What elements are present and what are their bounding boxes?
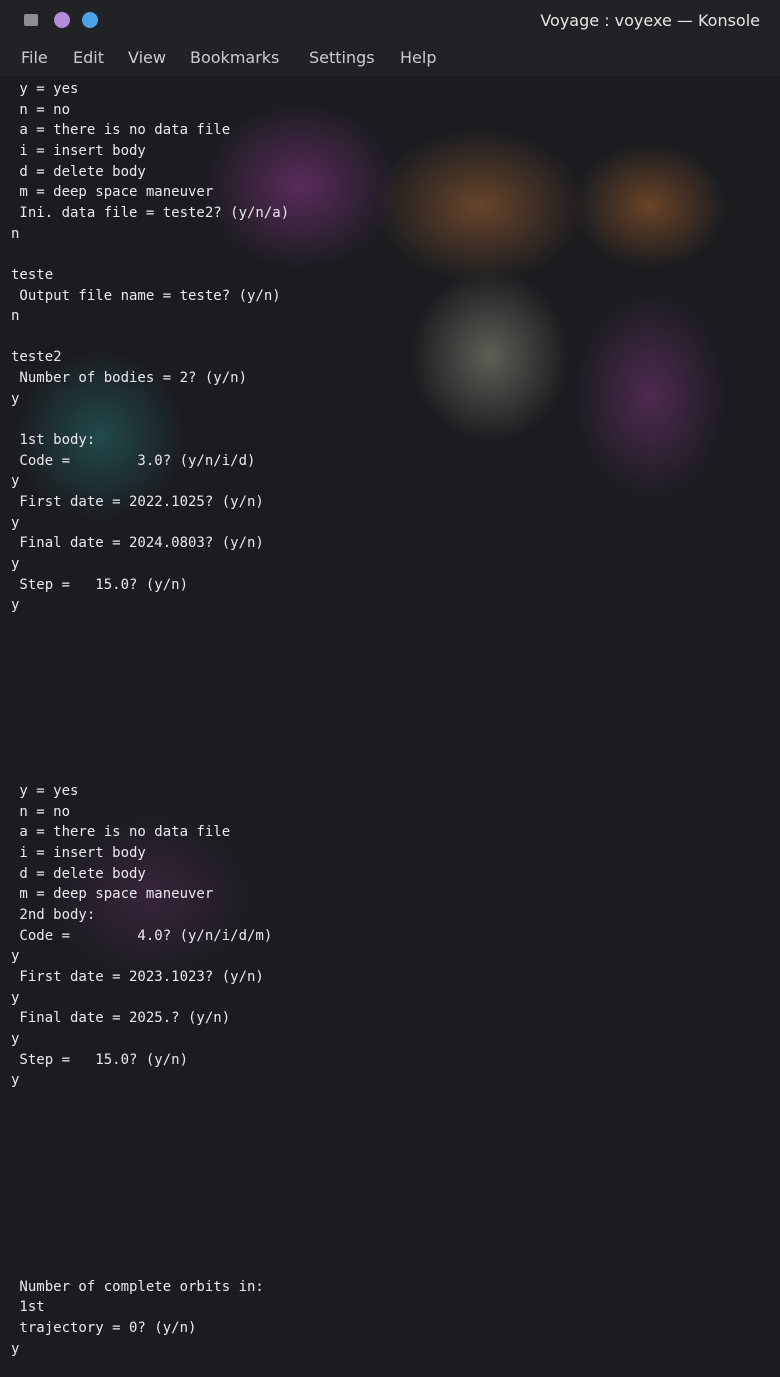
menu-bar: File Edit View Bookmarks Settings Help <box>0 40 780 76</box>
terminal-line: i = insert body <box>11 142 146 159</box>
terminal-line: y <box>11 390 20 407</box>
terminal-line: teste <box>11 266 54 283</box>
minimize-button[interactable] <box>24 14 38 26</box>
terminal-line: n = no <box>11 101 71 118</box>
terminal-line: y <box>11 1072 20 1089</box>
terminal-line: Number of bodies = 2? (y/n) <box>11 370 248 387</box>
menu-file[interactable]: File <box>21 48 48 67</box>
terminal-line: Output file name = teste? (y/n) <box>11 287 281 304</box>
terminal-line: trajectory = 0? (y/n) <box>11 1320 197 1336</box>
terminal-line: Step = 15.0? (y/n) <box>11 576 189 593</box>
terminal-line: y = yes <box>11 783 79 800</box>
terminal-line: n <box>11 308 20 325</box>
terminal-line: Final date = 2024.0803? (y/n) <box>11 535 264 552</box>
terminal-line: a = there is no data file <box>11 824 231 841</box>
window-title: Voyage : voyexe — Konsole <box>540 11 760 30</box>
terminal-line: n <box>11 225 20 242</box>
terminal-line: y <box>11 1340 20 1357</box>
terminal-line: Final date = 2025.? (y/n) <box>11 1010 231 1027</box>
terminal-line: First date = 2022.1025? (y/n) <box>11 494 264 510</box>
terminal-line: d = delete body <box>11 163 146 180</box>
maximize-button[interactable] <box>54 12 70 28</box>
terminal-line: First date = 2023.1023? (y/n) <box>11 968 264 985</box>
terminal-line: y <box>11 1030 20 1047</box>
terminal-line: Step = 15.0? (y/n) <box>11 1051 189 1068</box>
menu-bookmarks[interactable]: Bookmarks <box>190 48 279 67</box>
terminal-line: i = insert body <box>11 845 146 861</box>
terminal-line: Code = 3.0? (y/n/i/d) <box>11 452 256 469</box>
terminal-line: 2nd body: <box>11 907 96 923</box>
konsole-window: Voyage : voyexe — Konsole File Edit View… <box>0 0 780 1377</box>
terminal-line: m = deep space maneuver <box>11 184 214 201</box>
terminal-line: m = deep space maneuver <box>11 886 214 903</box>
terminal-output[interactable]: y = yes n = no a = there is no data file… <box>0 76 780 1377</box>
terminal-line: teste2 <box>11 349 62 366</box>
terminal-line: y <box>11 473 20 490</box>
terminal-line: Code = 4.0? (y/n/i/d/m) <box>11 927 273 944</box>
terminal-line: y <box>11 597 20 614</box>
menu-view[interactable]: View <box>128 48 166 67</box>
terminal-line: Ini. data file = teste2? (y/n/a) <box>11 204 290 221</box>
terminal-line: n = no <box>11 803 71 820</box>
terminal-line: y <box>11 555 20 572</box>
terminal-line: y <box>11 948 20 965</box>
close-button[interactable] <box>82 12 98 28</box>
terminal-line: y <box>11 514 20 531</box>
terminal-line: 1st body: <box>11 432 96 448</box>
terminal-line: y = yes <box>11 81 79 97</box>
terminal-line: a = there is no data file <box>11 122 231 139</box>
menu-edit[interactable]: Edit <box>73 48 104 67</box>
terminal-line: y <box>11 989 20 1006</box>
terminal-line: 1st <box>11 1299 45 1316</box>
title-bar: Voyage : voyexe — Konsole <box>0 0 780 40</box>
terminal-line: Number of complete orbits in: <box>11 1278 264 1295</box>
terminal-line: d = delete body <box>11 865 146 882</box>
menu-help[interactable]: Help <box>400 48 436 67</box>
menu-settings[interactable]: Settings <box>309 48 375 67</box>
